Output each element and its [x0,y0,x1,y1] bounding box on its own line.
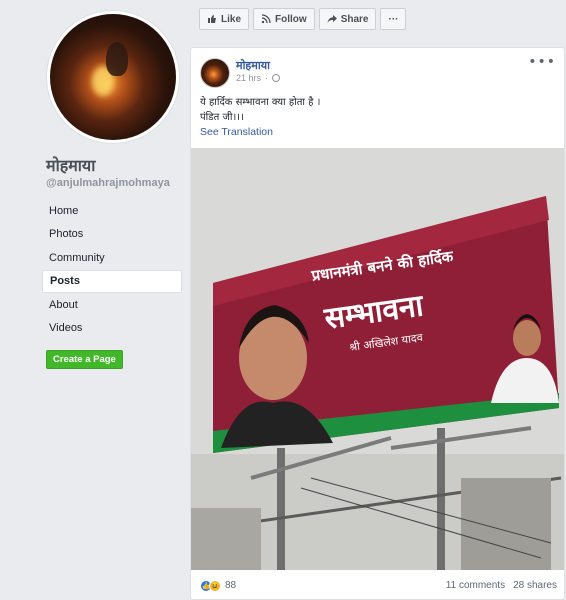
shares-count-link[interactable]: 28 shares [513,580,557,591]
avatar [50,14,176,140]
share-label: Share [340,13,369,25]
page-handle: @anjulmahrajmohmaya [46,177,170,189]
post-options-button[interactable]: ••• [528,54,556,70]
like-page-button[interactable]: Like [199,8,250,30]
like-label: Like [221,13,242,25]
sidebar-nav: Home Photos Community Posts About Videos [42,199,182,340]
rss-icon [261,14,271,24]
post-author-name[interactable]: मोहमाया [236,58,270,73]
post-text-line: ये हार्दिक सम्भावना क्या होता है । [200,97,321,108]
page-action-bar: Like Follow Share ··· [199,8,407,30]
sidebar-item-posts[interactable]: Posts [42,269,182,293]
dot-separator: · [265,73,269,83]
post-text-line: पंडित जी।।। [200,112,244,123]
haha-reaction-icon: 😆 [209,579,221,592]
page-title[interactable]: मोहमाया [46,154,95,176]
avatar-figure [106,42,128,76]
post-photo[interactable]: प्रधानमंत्री बनने की हार्दिक सम्भावना श्… [191,148,564,570]
see-translation-link[interactable]: See Translation [200,126,273,138]
post-author-avatar[interactable] [200,58,230,88]
more-icon: ··· [388,13,399,25]
sidebar-item-photos[interactable]: Photos [42,223,182,247]
sidebar-item-community[interactable]: Community [42,246,182,270]
post-card: मोहमाया 21 hrs · ••• ये हार्दिक सम्भावना… [190,47,565,600]
create-page-button[interactable]: Create a Page [46,350,123,369]
engagement-stats: 11 comments 28 shares [446,580,557,591]
comments-count-link[interactable]: 11 comments [446,580,505,591]
follow-button[interactable]: Follow [253,8,315,30]
share-arrow-icon [327,15,337,23]
page-profile-picture[interactable] [46,10,180,144]
post-footer: 👍 😆 88 11 comments 28 shares [191,570,564,599]
billboard-illustration [191,148,564,570]
reactions-summary[interactable]: 👍 😆 88 [200,579,237,592]
share-button[interactable]: Share [318,8,377,30]
more-options-button[interactable]: ··· [380,8,407,30]
follow-label: Follow [275,13,307,25]
reactions-count: 88 [225,580,237,591]
sidebar-item-videos[interactable]: Videos [42,317,182,341]
post-text: ये हार्दिक सम्भावना क्या होता है । पंडित… [200,95,320,125]
sidebar-item-about[interactable]: About [42,293,182,317]
post-timestamp[interactable]: 21 hrs [236,73,261,83]
globe-icon [272,74,281,82]
sidebar-item-home[interactable]: Home [42,199,182,223]
post-meta: 21 hrs · [236,73,281,83]
thumbs-up-icon [208,15,216,23]
